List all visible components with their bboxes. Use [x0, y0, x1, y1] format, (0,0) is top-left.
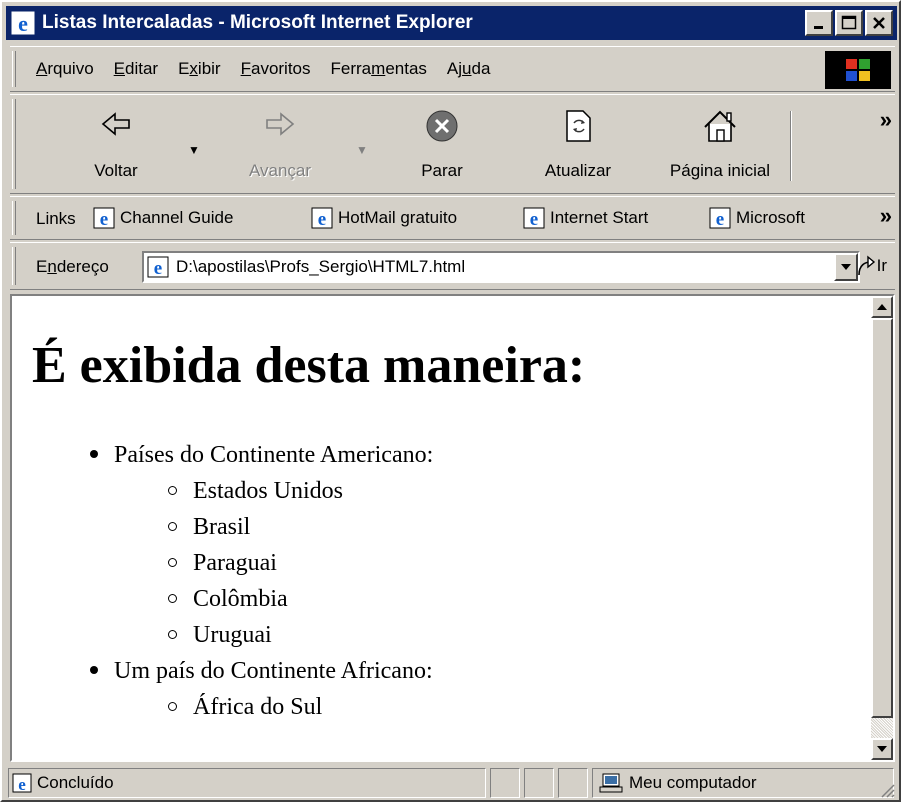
link-microsoft[interactable]: e Microsoft — [708, 206, 805, 230]
ie-page-icon: e — [523, 207, 545, 230]
disc-bullet-icon — [90, 450, 98, 459]
scrollbar-thumb[interactable] — [871, 318, 893, 718]
toolbar-separator — [790, 111, 792, 181]
browser-window: e Listas Intercaladas - Microsoft Intern… — [0, 0, 901, 802]
svg-text:e: e — [18, 11, 28, 36]
vertical-scrollbar[interactable] — [871, 296, 893, 760]
circle-bullet-icon — [168, 629, 177, 639]
menu-favoritos[interactable]: Favoritos — [241, 59, 311, 79]
windows-logo-throbber — [825, 51, 891, 89]
ie-page-icon: e — [93, 207, 115, 230]
status-panel-empty — [524, 768, 554, 798]
minimize-icon — [814, 26, 823, 29]
links-bar: Links e Channel Guide e HotMail gratuito… — [10, 196, 895, 240]
title-bar[interactable]: e Listas Intercaladas - Microsoft Intern… — [6, 6, 897, 40]
ie-page-icon: e — [147, 256, 169, 279]
links-label[interactable]: Links — [36, 209, 76, 229]
status-panel-empty — [490, 768, 520, 798]
svg-text:e: e — [154, 258, 162, 279]
list-item: África do Sul — [168, 694, 322, 721]
resize-grip-icon[interactable] — [879, 782, 895, 798]
content-area[interactable]: É exibida desta maneira: Países do Conti… — [10, 294, 895, 762]
back-arrow-icon — [101, 112, 130, 136]
scroll-up-button[interactable] — [871, 296, 893, 318]
list-item: Um país do Continente Africano: — [90, 658, 433, 685]
list-item: Estados Unidos — [168, 478, 343, 505]
address-input[interactable]: e D:\apostilas\Profs_Sergio\HTML7.html — [142, 251, 860, 283]
circle-bullet-icon — [168, 521, 177, 531]
list-item: Brasil — [168, 514, 250, 541]
circle-bullet-icon — [168, 701, 177, 711]
list-item: Paraguai — [168, 550, 277, 577]
forward-dropdown-icon[interactable]: ▼ — [356, 143, 368, 157]
status-bar: e Concluído Meu computador — [6, 766, 897, 800]
circle-bullet-icon — [168, 593, 177, 603]
svg-text:e: e — [318, 209, 326, 230]
ie-page-icon: e — [12, 773, 32, 794]
list-item: Países do Continente Americano: — [90, 442, 433, 469]
menu-ferramentas[interactable]: Ferramentas — [331, 59, 427, 79]
address-url: D:\apostilas\Profs_Sergio\HTML7.html — [176, 257, 466, 276]
refresh-icon — [566, 110, 591, 142]
go-arrow-icon — [857, 255, 875, 276]
stop-button[interactable]: Parar — [406, 105, 478, 185]
address-bar: Endereço e D:\apostilas\Profs_Sergio\HTM… — [10, 242, 895, 290]
minimize-button[interactable] — [805, 10, 833, 36]
menu-bar: Arquivo Editar Exibir Favoritos Ferramen… — [10, 46, 895, 92]
chevron-up-icon — [877, 304, 887, 310]
chevron-down-icon — [877, 746, 887, 752]
home-icon — [704, 110, 736, 142]
forward-button[interactable]: Avançar — [232, 105, 328, 185]
ie-page-icon: e — [709, 207, 731, 230]
status-text-panel: e Concluído — [8, 768, 486, 798]
status-panel-empty — [558, 768, 588, 798]
circle-bullet-icon — [168, 485, 177, 495]
page-heading: É exibida desta maneira: — [32, 337, 586, 394]
svg-text:e: e — [100, 209, 108, 230]
toolbar-more-chevron[interactable]: » — [880, 107, 892, 133]
menu-ajuda[interactable]: Ajuda — [447, 59, 491, 79]
addressbar-grip[interactable] — [12, 247, 16, 285]
go-button[interactable]: Ir — [855, 255, 887, 277]
list-item: Colômbia — [168, 586, 288, 613]
maximize-icon — [841, 15, 857, 30]
security-zone-panel: Meu computador — [592, 768, 894, 798]
standard-toolbar: Voltar ▼ Avançar ▼ Parar Atualizar Págin… — [10, 94, 895, 194]
disc-bullet-icon — [90, 666, 98, 675]
list-item: Uruguai — [168, 622, 272, 649]
forward-arrow-icon — [266, 112, 295, 136]
svg-text:e: e — [716, 209, 724, 230]
svg-text:e: e — [18, 775, 26, 794]
windows-logo-icon — [846, 59, 870, 81]
close-icon — [873, 17, 885, 29]
ie-logo-icon: e — [10, 10, 36, 36]
link-hotmail[interactable]: e HotMail gratuito — [310, 206, 457, 230]
menu-editar[interactable]: Editar — [114, 59, 158, 79]
maximize-button[interactable] — [835, 10, 863, 36]
back-dropdown-icon[interactable]: ▼ — [188, 143, 200, 157]
linksbar-grip[interactable] — [12, 201, 16, 235]
web-page: É exibida desta maneira: Países do Conti… — [12, 296, 869, 760]
menubar-grip[interactable] — [12, 51, 16, 87]
close-button[interactable] — [865, 10, 893, 36]
links-more-chevron[interactable]: » — [880, 203, 892, 229]
menu-arquivo[interactable]: Arquivo — [36, 59, 94, 79]
link-channel-guide[interactable]: e Channel Guide — [92, 206, 233, 230]
scroll-down-button[interactable] — [871, 738, 893, 760]
window-title: Listas Intercaladas - Microsoft Internet… — [42, 12, 473, 33]
refresh-button[interactable]: Atualizar — [530, 105, 626, 185]
back-button[interactable]: Voltar — [76, 105, 156, 185]
menu-exibir[interactable]: Exibir — [178, 59, 221, 79]
my-computer-icon — [599, 773, 623, 793]
link-internet-start[interactable]: e Internet Start — [522, 206, 648, 230]
home-button[interactable]: Página inicial — [646, 105, 794, 185]
circle-bullet-icon — [168, 557, 177, 567]
address-label: Endereço — [36, 257, 109, 276]
toolbar-grip[interactable] — [12, 99, 16, 189]
svg-text:e: e — [530, 209, 538, 230]
stop-icon — [426, 110, 458, 142]
chevron-down-icon — [841, 264, 851, 270]
ie-page-icon: e — [311, 207, 333, 230]
